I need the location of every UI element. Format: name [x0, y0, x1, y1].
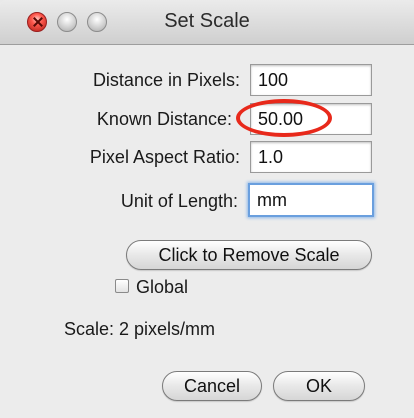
- pixel-aspect-ratio-input[interactable]: [250, 141, 372, 173]
- cancel-button[interactable]: Cancel: [162, 371, 262, 401]
- set-scale-dialog: Set Scale Distance in Pixels: Known Dist…: [0, 0, 414, 418]
- scale-status-text: Scale: 2 pixels/mm: [64, 319, 216, 339]
- ok-button[interactable]: OK: [273, 371, 365, 401]
- global-checkbox[interactable]: [115, 279, 129, 293]
- title-bar[interactable]: Set Scale: [0, 0, 414, 45]
- unit-of-length-label: Unit of Length:: [120, 191, 238, 211]
- remove-scale-button[interactable]: Click to Remove Scale: [126, 240, 372, 270]
- global-checkbox-label[interactable]: Global: [136, 277, 188, 298]
- unit-of-length-input[interactable]: [248, 183, 374, 217]
- pixel-aspect-ratio-label: Pixel Aspect Ratio:: [89, 147, 240, 167]
- window-title: Set Scale: [164, 10, 250, 32]
- known-distance-input[interactable]: [250, 103, 372, 135]
- distance-in-pixels-input[interactable]: [250, 64, 372, 96]
- distance-in-pixels-label: Distance in Pixels:: [92, 70, 240, 90]
- known-distance-label: Known Distance:: [96, 109, 232, 129]
